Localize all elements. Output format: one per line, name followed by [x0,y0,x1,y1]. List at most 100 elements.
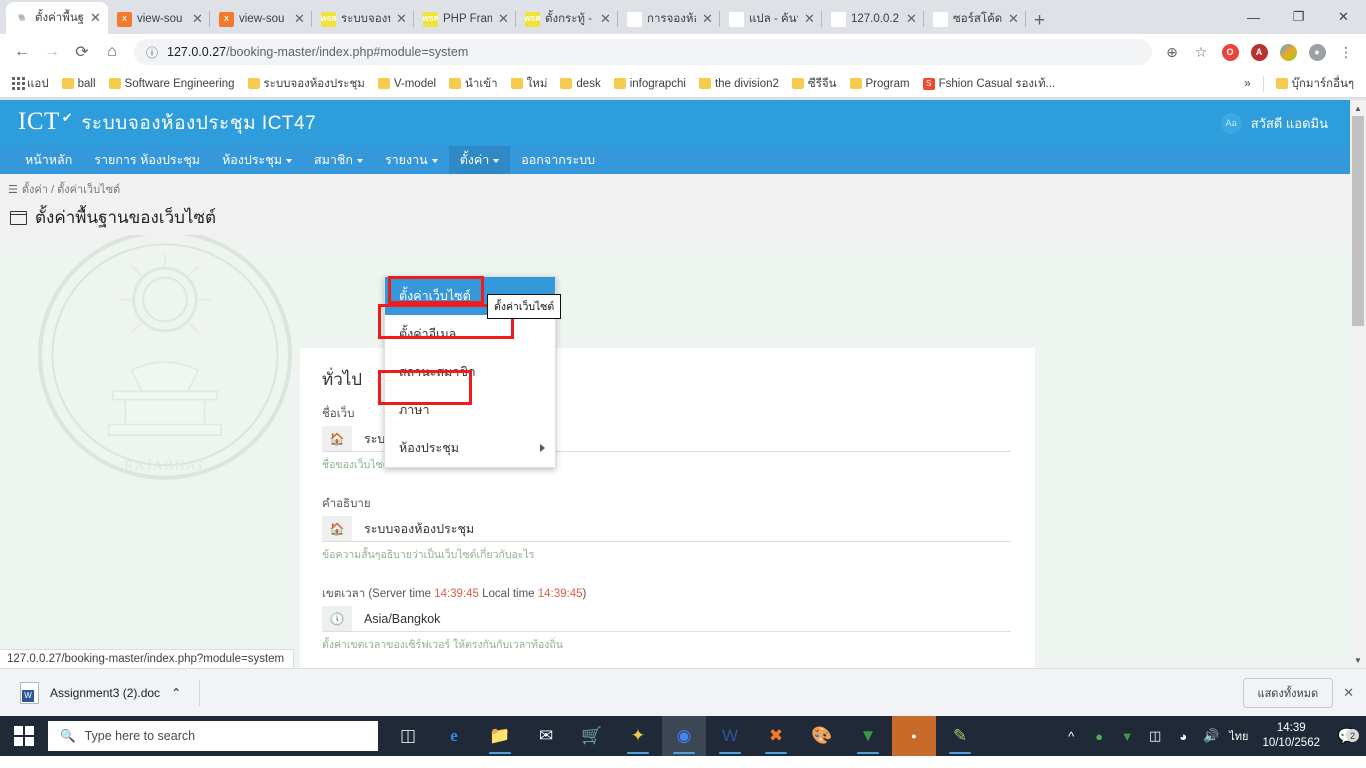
info-icon[interactable]: ⓘ [146,44,158,61]
opera-extension-icon[interactable]: O [1218,40,1242,64]
task-view-icon[interactable]: ◫ [386,716,430,756]
paint-icon[interactable]: 🎨 [800,716,844,756]
nav-item-members[interactable]: สมาชิก [303,146,374,174]
bookmark-item[interactable]: ซีรีจีน [787,73,842,95]
bookmark-item[interactable]: นำเข้า [444,73,503,95]
maximize-button[interactable]: ❐ [1276,0,1321,34]
back-icon[interactable]: ← [8,38,36,66]
word-icon[interactable]: W [708,716,752,756]
nav-item-reports[interactable]: รายงาน [374,146,449,174]
taskbar-search-input[interactable]: 🔍 Type here to search [48,721,378,751]
description-input[interactable]: ระบบจองห้องประชุม [352,516,1011,541]
adobe-acrobat-icon[interactable]: A [1247,40,1271,64]
show-hidden-icons[interactable]: ^ [1061,729,1081,744]
bookmark-item[interactable]: desk [555,76,605,92]
browser-tab[interactable]: WSR ระบบจองห้ ✕ [312,4,414,34]
download-menu-icon[interactable]: ⌃ [171,686,181,700]
nav-item-room-list[interactable]: รายการ ห้องประชุม [83,146,211,174]
timezone-select[interactable]: Asia/Bangkok [352,606,1011,631]
colorzilla-icon[interactable] [1276,40,1300,64]
taskbar-clock[interactable]: 14:39 10/10/2562 [1256,721,1326,751]
browser-tab[interactable]: WSR PHP Fram ✕ [414,4,516,34]
zoom-icon[interactable]: ⊕ [1160,40,1184,64]
new-tab-button[interactable]: + [1034,11,1045,30]
close-icon[interactable]: ✕ [701,11,714,27]
nav-item-settings[interactable]: ตั้งค่า [448,146,511,174]
browser-tab[interactable]: 🐘 ตั้งค่าพื้นฐ ✕ [6,2,108,34]
scrollbar-thumb[interactable] [1352,116,1364,326]
idm-tray-icon[interactable]: ▼ [1117,729,1137,744]
close-icon[interactable]: ✕ [803,11,816,27]
browser-tab[interactable]: G แปล - ค้นห ✕ [720,4,822,34]
menu-item-email-settings[interactable]: ตั้งค่าอีเมล [385,315,555,353]
forward-icon[interactable]: → [38,38,66,66]
close-icon[interactable]: ✕ [1007,11,1020,27]
close-icon[interactable]: ✕ [293,11,306,27]
input-group[interactable]: 🕔 Asia/Bangkok [322,606,1011,632]
close-icon[interactable]: ✕ [89,10,102,26]
notification-center-icon[interactable]: 💬 2 [1334,727,1360,745]
bookmark-item[interactable]: ระบบจองห้องประชุม [243,73,370,95]
show-all-downloads-button[interactable]: แสดงทั้งหมด [1242,677,1334,708]
wifi-icon[interactable]: ◕ [1173,729,1193,744]
reload-icon[interactable]: ⟳ [68,38,96,66]
line-icon[interactable]: ● [892,716,936,756]
close-icon[interactable]: ✕ [599,11,612,27]
close-window-button[interactable]: ✕ [1321,0,1366,34]
language-indicator[interactable]: ไทย [1229,727,1248,745]
menu-item-language[interactable]: ภาษา [385,391,555,429]
volume-icon[interactable]: 🔊 [1201,728,1221,744]
bookmark-item[interactable]: ใหม่ [506,73,553,95]
browser-tab[interactable]: G การจองห้อ ✕ [618,4,720,34]
bookmark-item[interactable]: ball [57,76,101,92]
battery-icon[interactable]: ◫ [1145,728,1165,744]
bookmark-item[interactable]: Program [845,76,915,92]
close-shelf-icon[interactable]: ✕ [1343,685,1354,701]
nod32-antivirus-icon[interactable]: ● [1089,729,1109,744]
chrome-menu-icon[interactable]: ⋮ [1334,40,1358,64]
bookmark-item[interactable]: V-model [373,76,441,92]
menu-item-meeting-room[interactable]: ห้องประชุม [385,429,555,467]
profile-avatar-icon[interactable]: ● [1305,40,1329,64]
close-icon[interactable]: ✕ [395,11,408,27]
nav-item-rooms[interactable]: ห้องประชุม [211,146,303,174]
bookmark-item[interactable]: S Fshion Casual รองเท้... [918,73,1061,95]
scroll-down-icon[interactable]: ▼ [1350,652,1366,668]
chrome-icon[interactable]: ◉ [662,716,706,756]
browser-tab[interactable]: G ซอร์สโค้ด s ✕ [924,4,1026,34]
idm-icon[interactable]: ▼ [846,716,890,756]
close-icon[interactable]: ✕ [905,11,918,27]
browser-tab[interactable]: X view-sou ✕ [210,4,312,34]
input-group[interactable]: 🏠 ระบบจองห้องประชุม [322,516,1011,542]
nav-item-home[interactable]: หน้าหลัก [14,146,83,174]
scroll-up-icon[interactable]: ▲ [1350,100,1366,116]
bookmark-item[interactable]: แอป [7,73,54,95]
mail-icon[interactable]: ✉ [524,716,568,756]
bookmark-item[interactable]: the division2 [694,76,784,92]
notepadpp-icon[interactable]: ✎ [938,716,982,756]
browser-tab[interactable]: X view-sou ✕ [108,4,210,34]
browser-tab[interactable]: PMA 127.0.0.2 ✕ [822,4,924,34]
xampp-icon[interactable]: ✖ [754,716,798,756]
home-icon[interactable]: ⌂ [98,38,126,66]
file-explorer-icon[interactable]: 📁 [478,716,522,756]
browser-tab[interactable]: WSR ตั้งกระทู้ - ✕ [516,4,618,34]
download-item[interactable]: Assignment3 (2).doc ⌃ [12,677,189,709]
bookmark-item[interactable]: infograpchi [609,76,691,92]
other-bookmarks-button[interactable]: บุ๊กมาร์กอื่นๆ [1271,73,1359,95]
close-icon[interactable]: ✕ [191,11,204,27]
close-icon[interactable]: ✕ [497,11,510,27]
bookmarks-overflow-button[interactable]: » [1239,76,1255,92]
bookmark-star-icon[interactable]: ☆ [1189,40,1213,64]
photo-editor-icon[interactable]: ✦ [616,716,660,756]
minimize-button[interactable]: — [1231,0,1276,34]
nav-item-logout[interactable]: ออกจากระบบ [510,146,606,174]
microsoft-store-icon[interactable]: 🛒 [570,716,614,756]
app-logo[interactable]: ICT ✔ ระบบจองห้องประชุม ICT47 [18,108,316,138]
page-scrollbar[interactable]: ▲ ▼ [1350,100,1366,668]
menu-item-member-status[interactable]: สถานะสมาชิก [385,353,555,391]
user-menu[interactable]: Aอ สวัสดี แอดมิน [1220,112,1328,134]
edge-icon[interactable]: e [432,716,476,756]
address-bar[interactable]: ⓘ 127.0.0.27/booking-master/index.php#mo… [134,39,1152,65]
bookmark-item[interactable]: Software Engineering [104,76,240,92]
